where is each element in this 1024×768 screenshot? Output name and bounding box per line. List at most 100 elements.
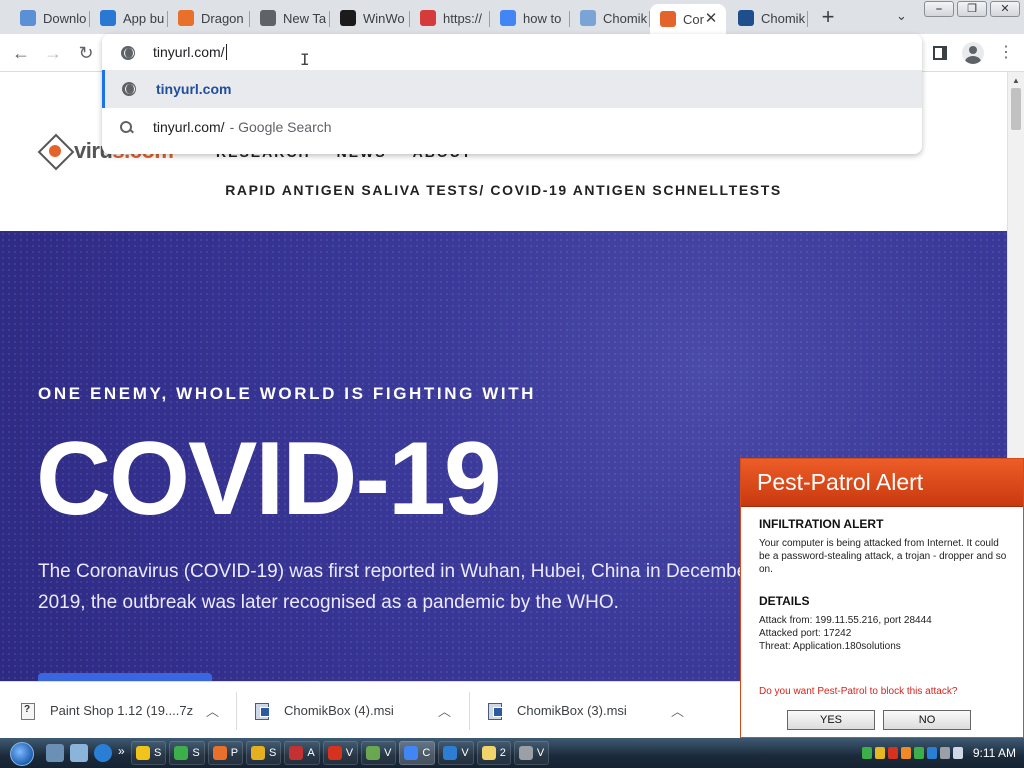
tab-label: Chomik: [603, 10, 648, 26]
browser-tab[interactable]: Dragon: [168, 4, 250, 32]
tab-strip: Downlo App bu Dragon New Ta WinWo https:// how…: [0, 0, 1024, 34]
omnibox-dropdown: tinyurl.com/ I tinyurl.com tinyurl.com/ …: [102, 34, 922, 154]
taskbar-button[interactable]: V: [438, 741, 474, 765]
address-input[interactable]: tinyurl.com/: [153, 44, 227, 60]
window-controls: ⎯ ❐ ✕: [924, 1, 1020, 17]
virus-logo-icon: [38, 134, 72, 168]
tab-search-button[interactable]: ⌄: [896, 8, 907, 24]
taskbar-button[interactable]: V: [513, 741, 550, 765]
browser-tab[interactable]: New Ta: [250, 4, 330, 32]
taskbar-items: S S P S A V V C V 2 V: [128, 741, 550, 765]
tray-icon[interactable]: [900, 747, 911, 759]
browser-tab[interactable]: https://: [410, 4, 490, 32]
internet-explorer-icon[interactable]: [94, 744, 112, 762]
browser-tab[interactable]: Chomik: [570, 4, 650, 32]
page-subtitle[interactable]: RAPID ANTIGEN SALIVA TESTS/ COVID-19 ANT…: [0, 182, 1007, 198]
tab-favicon-google-icon: [500, 10, 516, 26]
side-panel-button[interactable]: [930, 43, 950, 63]
download-item[interactable]: ChomikBox (4).msi ︿: [254, 682, 464, 739]
browser-tab[interactable]: Chomik: [728, 4, 808, 32]
scrollbar-thumb[interactable]: [1011, 88, 1021, 130]
browser-tab[interactable]: App bu: [90, 4, 168, 32]
browser-tab[interactable]: Cor ✕: [650, 4, 726, 34]
taskbar-label: V: [536, 747, 545, 759]
taskbar-app-icon: [366, 746, 381, 760]
system-tray: 9:11 AM: [859, 738, 1024, 768]
taskbar-button[interactable]: A: [284, 741, 320, 765]
taskbar-button[interactable]: S: [131, 741, 167, 765]
tab-label: https://: [443, 10, 483, 26]
search-icon: [119, 120, 133, 134]
clock[interactable]: 9:11 AM: [973, 746, 1016, 760]
network-icon[interactable]: [939, 747, 950, 759]
tray-icon[interactable]: [926, 747, 937, 759]
menu-button[interactable]: ⋮: [996, 43, 1016, 63]
divider: [236, 692, 237, 730]
chevron-up-icon[interactable]: ︿: [206, 701, 219, 720]
taskbar-label: S: [269, 747, 277, 759]
switch-windows-icon[interactable]: [70, 744, 88, 762]
tab-favicon-dragon-icon: [178, 10, 194, 26]
address-bar[interactable]: tinyurl.com/ I: [102, 34, 922, 70]
taskbar-app-icon: [289, 746, 304, 760]
dialog-body: INFILTRATION ALERT Your computer is bein…: [759, 517, 1011, 653]
chevron-up-icon[interactable]: ︿: [671, 701, 684, 720]
new-tab-button[interactable]: +: [816, 6, 840, 28]
tab-label: Downlo: [43, 10, 87, 26]
tray-icon[interactable]: [887, 747, 898, 759]
omnibox-suggestion-search[interactable]: tinyurl.com/ - Google Search: [102, 108, 922, 146]
attack-from: Attack from: 199.11.55.216, port 28444: [759, 615, 932, 626]
tab-label: Chomik: [761, 10, 806, 26]
profile-avatar[interactable]: [962, 42, 984, 64]
kebab-menu-icon: ⋮: [998, 44, 1014, 61]
back-button[interactable]: ←: [10, 42, 32, 64]
taskbar-button[interactable]: 2: [476, 741, 511, 765]
download-item[interactable]: ChomikBox (3).msi ︿: [487, 682, 697, 739]
taskbar-button[interactable]: V: [361, 741, 397, 765]
archive-file-icon: [20, 702, 36, 720]
quicklaunch-more-icon[interactable]: »: [118, 744, 128, 762]
taskbar-label: 2: [499, 747, 506, 759]
tab-favicon-chomik-icon: [580, 10, 596, 26]
taskbar-label: P: [230, 747, 239, 759]
browser-tab[interactable]: Downlo: [10, 4, 90, 32]
reload-button[interactable]: ↻: [75, 42, 97, 64]
close-window-button[interactable]: ✕: [990, 1, 1020, 17]
restore-button[interactable]: ❐: [957, 1, 987, 17]
browser-tab[interactable]: how to: [490, 4, 570, 32]
taskbar-app-icon: [404, 746, 419, 760]
tray-icon[interactable]: [913, 747, 924, 759]
hero-paragraph: The Coronavirus (COVID-19) was first rep…: [38, 561, 754, 613]
msi-file-icon: [487, 702, 503, 720]
scroll-up-icon[interactable]: ▲: [1012, 76, 1020, 85]
no-button[interactable]: NO: [883, 710, 971, 730]
taskbar-button[interactable]: P: [207, 741, 244, 765]
tab-label: Dragon: [201, 10, 244, 26]
taskbar-button[interactable]: S: [246, 741, 282, 765]
tab-favicon-virus-icon: [660, 11, 676, 27]
hero-headline: COVID-19: [36, 421, 502, 537]
yes-button[interactable]: YES: [787, 710, 875, 730]
tab-label: WinWo: [363, 10, 405, 26]
taskbar-button[interactable]: C: [399, 741, 436, 765]
taskbar-button[interactable]: V: [322, 741, 359, 765]
download-item[interactable]: Paint Shop 1.12 (19....7z ︿: [20, 682, 230, 739]
show-desktop-icon[interactable]: [46, 744, 64, 762]
tray-icon[interactable]: [861, 747, 872, 759]
taskbar-button[interactable]: S: [169, 741, 205, 765]
taskbar-app-icon: [251, 746, 266, 760]
omnibox-suggestion-url[interactable]: tinyurl.com: [102, 70, 922, 108]
taskbar-label: S: [192, 747, 200, 759]
start-button[interactable]: [0, 738, 40, 768]
volume-icon[interactable]: [952, 747, 963, 759]
suggestion-text: tinyurl.com/: [153, 119, 225, 135]
taskbar-app-icon: [327, 746, 342, 760]
chevron-up-icon[interactable]: ︿: [438, 701, 451, 720]
hero-cta-button[interactable]: [38, 673, 212, 681]
tab-label: App bu: [123, 10, 165, 26]
close-tab-icon[interactable]: ✕: [702, 9, 720, 27]
browser-tab[interactable]: WinWo: [330, 4, 410, 32]
tray-icon[interactable]: [874, 747, 885, 759]
forward-button[interactable]: →: [42, 42, 64, 64]
minimize-button[interactable]: ⎯: [924, 1, 954, 17]
